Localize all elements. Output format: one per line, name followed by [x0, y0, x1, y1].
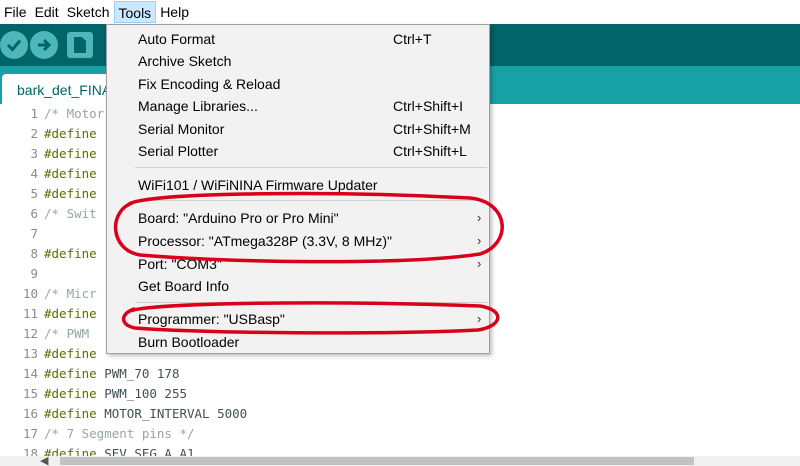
upload-button[interactable]: [30, 31, 58, 59]
menu-separator: [135, 200, 487, 201]
upload-icon: [38, 38, 52, 52]
menu-item-get-board-info[interactable]: Get Board Info: [107, 275, 489, 297]
menu-item-board[interactable]: Board: "Arduino Pro or Pro Mini" ›: [107, 207, 489, 229]
menu-separator: [135, 302, 487, 303]
verify-icon: [6, 39, 22, 52]
menu-item-archive-sketch[interactable]: Archive Sketch: [107, 50, 489, 72]
menu-item-manage-libraries[interactable]: Manage Libraries... Ctrl+Shift+I: [107, 95, 489, 117]
menu-item-fix-encoding[interactable]: Fix Encoding & Reload: [107, 73, 489, 95]
scroll-left-icon[interactable]: ◀: [40, 454, 48, 466]
code-keyword: #define: [44, 386, 97, 401]
code-keyword: #define: [44, 126, 97, 141]
new-sketch-icon: [74, 37, 86, 53]
code-text: MOTOR_INTERVAL 5000: [96, 406, 248, 421]
horizontal-scrollbar[interactable]: ◀: [0, 454, 800, 466]
submenu-arrow-icon: ›: [477, 256, 482, 271]
line-number: 11: [22, 306, 38, 321]
menu-item-port[interactable]: Port: "COM3" ›: [107, 253, 489, 275]
code-text: /* Swit: [44, 206, 97, 221]
shortcut-label: Ctrl+T: [393, 31, 432, 47]
menu-item-serial-monitor[interactable]: Serial Monitor Ctrl+Shift+M: [107, 118, 489, 140]
menu-edit[interactable]: Edit: [31, 1, 63, 23]
menu-file[interactable]: File: [0, 1, 31, 23]
tools-menu: Auto Format Ctrl+T Archive Sketch Fix En…: [106, 24, 490, 354]
menu-item-programmer[interactable]: Programmer: "USBasp" ›: [107, 308, 489, 330]
code-line: 16 #define MOTOR_INTERVAL 5000: [0, 404, 800, 424]
menu-tools[interactable]: Tools: [113, 1, 157, 23]
menu-bar: File Edit Sketch Tools Help: [0, 0, 800, 24]
line-number: 4: [30, 166, 38, 181]
code-line: 15 #define PWM_100 255: [0, 384, 800, 404]
submenu-arrow-icon: ›: [477, 233, 482, 248]
line-number: 5: [30, 186, 38, 201]
menu-help[interactable]: Help: [156, 1, 193, 23]
submenu-arrow-icon: ›: [477, 210, 482, 225]
code-keyword: #define: [44, 306, 97, 321]
line-number: 6: [30, 206, 38, 221]
menu-sketch[interactable]: Sketch: [63, 1, 114, 23]
code-line: 17 /* 7 Segment pins */: [0, 424, 800, 444]
line-number: 1: [30, 106, 38, 121]
tab-sketch[interactable]: bark_det_FINAL: [2, 74, 122, 104]
menu-item-serial-plotter[interactable]: Serial Plotter Ctrl+Shift+L: [107, 140, 489, 162]
code-text: /* Micr: [44, 286, 97, 301]
code-text: /* PWM: [44, 326, 90, 341]
line-number: 12: [22, 326, 38, 341]
line-number: 15: [22, 386, 38, 401]
shortcut-label: Ctrl+Shift+I: [393, 98, 464, 114]
code-text: PWM_70 178: [96, 366, 180, 381]
line-number: 8: [30, 246, 38, 261]
scrollbar-thumb[interactable]: [60, 457, 694, 465]
shortcut-label: Ctrl+Shift+L: [393, 143, 467, 159]
menu-item-auto-format[interactable]: Auto Format Ctrl+T: [107, 28, 489, 50]
line-number: 7: [30, 226, 38, 241]
code-text: /* Motor: [44, 106, 105, 121]
line-number: 16: [22, 406, 38, 421]
code-line: 14 #define PWM_70 178: [0, 364, 800, 384]
menu-item-firmware-updater[interactable]: WiFi101 / WiFiNINA Firmware Updater: [107, 174, 489, 196]
menu-separator: [135, 167, 487, 168]
code-keyword: #define: [44, 366, 97, 381]
code-keyword: #define: [44, 166, 97, 181]
code-keyword: #define: [44, 186, 97, 201]
submenu-arrow-icon: ›: [477, 311, 482, 326]
new-sketch-button[interactable]: [67, 32, 93, 58]
code-text: PWM_100 255: [96, 386, 187, 401]
code-text: /* 7 Segment pins */: [44, 426, 195, 441]
line-number: 3: [30, 146, 38, 161]
line-number: 14: [22, 366, 38, 381]
line-number: 10: [22, 286, 38, 301]
code-keyword: #define: [44, 246, 97, 261]
line-number: 13: [22, 346, 38, 361]
line-number: 2: [30, 126, 38, 141]
code-keyword: #define: [44, 346, 97, 361]
code-keyword: #define: [44, 146, 97, 161]
menu-item-burn-bootloader[interactable]: Burn Bootloader: [107, 331, 489, 353]
menu-item-processor[interactable]: Processor: "ATmega328P (3.3V, 8 MHz)" ›: [107, 230, 489, 252]
code-keyword: #define: [44, 406, 97, 421]
shortcut-label: Ctrl+Shift+M: [393, 121, 471, 137]
line-number: 9: [30, 266, 38, 281]
verify-button[interactable]: [0, 31, 28, 59]
line-number: 17: [22, 426, 38, 441]
